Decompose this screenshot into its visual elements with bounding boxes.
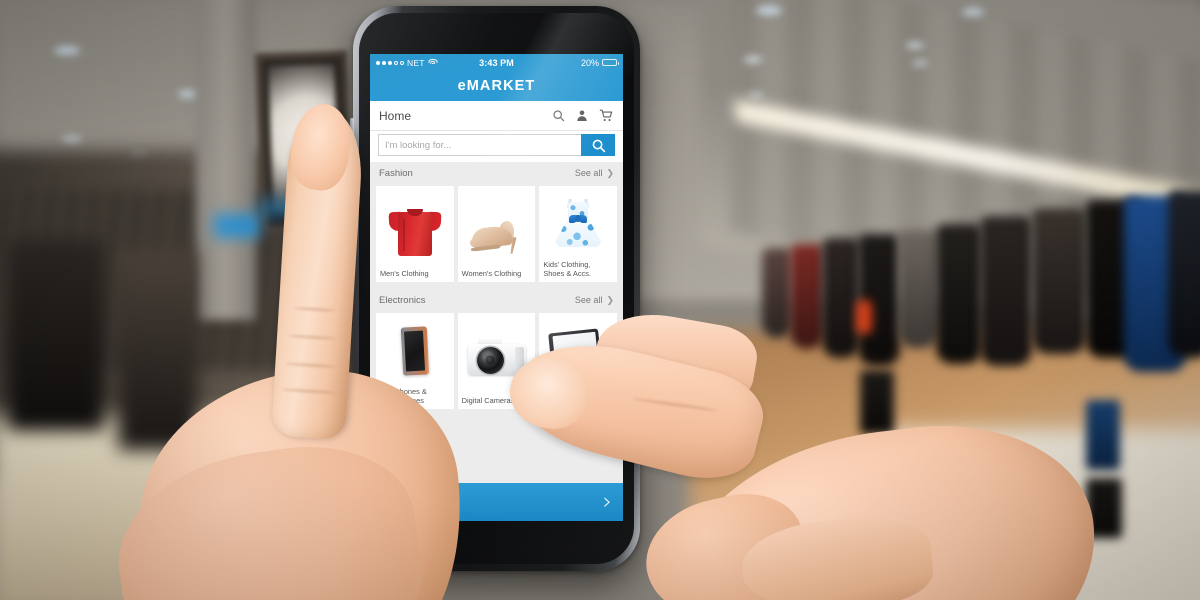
- garment: [1086, 400, 1120, 470]
- tile-artwork: [379, 189, 451, 269]
- category-tile-kids-clothing[interactable]: Kids' Clothing, Shoes & Accs.: [539, 186, 618, 282]
- phone-screen: NET 3:43 PM 20% eMARKET Home I'm looking…: [370, 54, 623, 521]
- garment: [980, 216, 1032, 366]
- chevron-right-icon: ❯: [606, 167, 614, 178]
- camera-icon: [467, 338, 526, 378]
- volume-down-button[interactable]: [350, 154, 354, 180]
- ceiling-light: [748, 92, 764, 98]
- blue-sign: [214, 214, 260, 238]
- tile-label: Cell Phones & Smartphones: [380, 386, 427, 405]
- chevron-right-icon: ❯: [606, 421, 614, 432]
- high-heel-shoe-icon: [468, 214, 524, 254]
- category-tile-cell-phones[interactable]: Cell Phones & Smartphones: [376, 313, 454, 409]
- app-title: eMARKET: [457, 78, 536, 94]
- tile-artwork: [542, 316, 614, 387]
- category-tile-womens-clothing[interactable]: Women's Clothing: [457, 186, 536, 282]
- blue-sign: [258, 200, 350, 216]
- ceiling-light: [906, 42, 924, 49]
- tile-label: Digital Cameras: [461, 395, 515, 405]
- tile-artwork: [461, 189, 533, 269]
- tile-artwork: [542, 189, 614, 260]
- garment: [822, 238, 860, 358]
- tshirt-icon: [388, 205, 442, 257]
- see-all-label: See all: [574, 295, 603, 305]
- battery-icon: [602, 58, 619, 67]
- garment: [790, 244, 824, 349]
- pagination-bar: ‹ ›: [370, 483, 623, 521]
- garment: [1168, 190, 1200, 358]
- page-title: Home: [379, 108, 412, 123]
- tile-label: Women's Clothing: [461, 268, 522, 278]
- cart-icon[interactable]: [599, 109, 614, 122]
- see-all-link-fashion[interactable]: See all ❯: [575, 168, 614, 178]
- ceiling-light: [962, 8, 984, 16]
- garment: [936, 224, 982, 364]
- account-icon[interactable]: [576, 109, 588, 122]
- see-all-link-electronics[interactable]: See all ❯: [575, 295, 614, 305]
- smartphone-device: NET 3:43 PM 20% eMARKET Home I'm looking…: [350, 6, 640, 571]
- tile-row-fashion: Men's Clothing Women's Clothing Kids' Cl…: [370, 184, 623, 289]
- section-title: Fashion: [379, 167, 413, 179]
- tile-artwork: [379, 316, 451, 387]
- garment: [898, 230, 938, 348]
- search-submit-button[interactable]: [581, 134, 615, 156]
- category-tile-digital-cameras[interactable]: Digital Cameras: [457, 313, 536, 409]
- tile-label: PC eBook Re: [543, 386, 576, 405]
- store-pillar: [196, 0, 256, 320]
- ceiling-light: [54, 46, 80, 55]
- ceiling-light: [744, 56, 762, 63]
- tile-row-electronics: Cell Phones & Smartphones Digital Camera…: [370, 311, 623, 416]
- section-header-fashion: Fashion See all ❯: [370, 162, 623, 184]
- store-floor-right-2: [880, 430, 1200, 600]
- chevron-right-icon: ❯: [606, 294, 614, 305]
- section-title: Motors: [379, 421, 409, 433]
- status-bar: NET 3:43 PM 20%: [370, 54, 623, 71]
- navigation-bar: Home: [370, 101, 623, 131]
- kids-dress-icon: [553, 198, 603, 252]
- store-dark-display: [8, 240, 104, 430]
- nav-icons: [552, 109, 614, 122]
- app-title-bar: eMARKET: [370, 71, 623, 101]
- ceiling-light: [62, 136, 82, 143]
- tile-artwork: [461, 316, 533, 396]
- section-header-motors: Motors See all ❯: [370, 416, 623, 438]
- tile-label: Men's Clothing: [380, 268, 429, 278]
- battery-percent-label: 20%: [580, 57, 599, 68]
- garment: [860, 370, 894, 434]
- see-all-label: See all: [574, 168, 603, 178]
- garment-accent: [856, 300, 872, 334]
- search-input[interactable]: I'm looking for...: [378, 134, 581, 156]
- ceiling-light: [912, 60, 928, 66]
- status-right: 20%: [580, 57, 619, 68]
- category-tile-pc-tablets-ebook-readers[interactable]: PC eBook Re: [539, 313, 618, 409]
- search-icon[interactable]: [552, 109, 565, 122]
- chevron-left-icon[interactable]: ‹: [381, 490, 390, 514]
- section-title: Electronics: [379, 294, 426, 306]
- store-dark-display: [118, 250, 198, 450]
- search-bar: I'm looking for...: [370, 131, 623, 162]
- see-all-link-motors[interactable]: See all ❯: [575, 422, 614, 432]
- ceiling-light: [756, 6, 782, 15]
- section-header-electronics: Electronics See all ❯: [370, 289, 623, 311]
- store-floor-left: [0, 415, 410, 600]
- tile-label: Kids' Clothing, Shoes & Accs.: [543, 259, 591, 278]
- chevron-right-icon[interactable]: ›: [603, 490, 612, 514]
- see-all-label: See all: [574, 422, 603, 432]
- garment: [762, 248, 792, 338]
- category-tile-mens-clothing[interactable]: Men's Clothing: [376, 186, 454, 282]
- volume-up-button[interactable]: [350, 118, 354, 144]
- garment: [1032, 208, 1086, 354]
- tablet-icon: [548, 328, 603, 372]
- garment: [1086, 478, 1122, 538]
- cellphone-icon: [400, 326, 430, 377]
